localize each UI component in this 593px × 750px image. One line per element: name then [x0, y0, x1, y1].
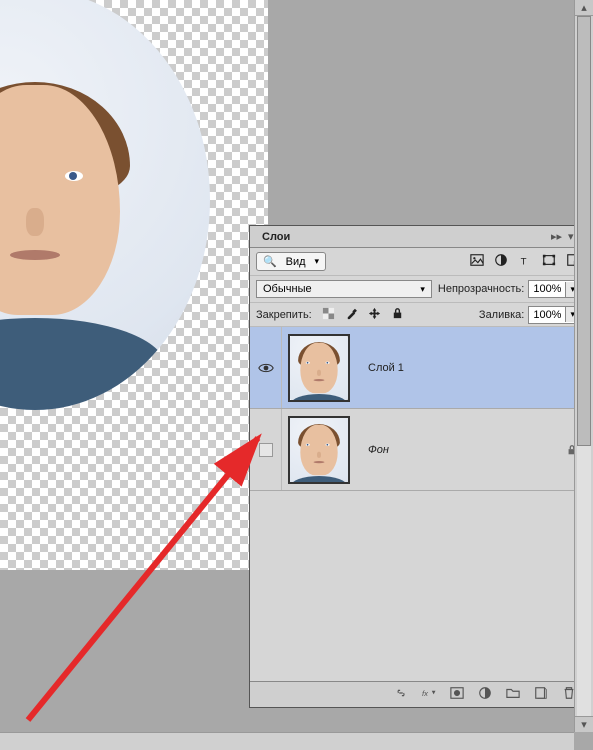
scroll-down-icon[interactable]: ▾: [575, 716, 593, 732]
lock-row: Закрепить: Заливка: 100% ▾: [250, 303, 586, 327]
filter-adjustment-icon[interactable]: [494, 253, 508, 270]
chevron-down-icon: ▾: [420, 284, 425, 295]
eye-icon: [258, 362, 274, 374]
lock-transparency-icon[interactable]: [322, 307, 335, 323]
svg-text:▾: ▾: [432, 687, 436, 696]
blend-mode-dropdown[interactable]: Обычные ▾: [256, 280, 432, 298]
visibility-toggle[interactable]: [250, 409, 282, 490]
filter-type-dropdown[interactable]: 🔍 Вид ▾: [256, 252, 326, 271]
layer-item[interactable]: Слой 1: [250, 327, 586, 409]
blend-mode-value: Обычные: [263, 283, 312, 295]
opacity-label: Непрозрачность:: [438, 283, 524, 295]
filter-shape-icon[interactable]: [542, 253, 556, 270]
blend-row: Обычные ▾ Непрозрачность: 100% ▾: [250, 276, 586, 303]
fx-icon[interactable]: fx▾: [422, 686, 436, 703]
filter-row: 🔍 Вид ▾ T: [250, 248, 586, 276]
transparency-background: [0, 0, 268, 570]
lock-move-icon[interactable]: [368, 307, 381, 323]
panel-footer: fx▾: [250, 681, 586, 707]
fill-label: Заливка:: [479, 309, 524, 321]
panel-header: Слои ▸▸ ▾≡: [250, 226, 586, 248]
visibility-toggle[interactable]: [250, 327, 282, 408]
link-layers-icon[interactable]: [394, 686, 408, 703]
filter-image-icon[interactable]: [470, 253, 484, 270]
filter-text-icon[interactable]: T: [518, 253, 532, 270]
visibility-empty-icon: [259, 443, 273, 457]
layer-name[interactable]: Слой 1: [356, 362, 558, 374]
vertical-scrollbar[interactable]: ▴ ▾: [574, 0, 593, 732]
horizontal-scrollbar[interactable]: [0, 732, 574, 750]
group-icon[interactable]: [506, 686, 520, 703]
layer-thumbnail[interactable]: [288, 416, 350, 484]
opacity-input[interactable]: 100% ▾: [528, 280, 580, 298]
lock-paint-icon[interactable]: [345, 307, 358, 323]
layers-panel: Слои ▸▸ ▾≡ 🔍 Вид ▾ T Обычные ▾ Непрозрач…: [249, 225, 587, 708]
scrollbar-thumb[interactable]: [577, 16, 591, 446]
fill-input[interactable]: 100% ▾: [528, 306, 580, 324]
collapse-icon[interactable]: ▸▸: [551, 230, 562, 243]
mask-icon[interactable]: [450, 686, 464, 703]
portrait-circle: [0, 0, 210, 410]
svg-text:T: T: [521, 256, 527, 267]
opacity-value: 100%: [529, 281, 565, 297]
new-layer-icon[interactable]: [534, 686, 548, 703]
adjustment-layer-icon[interactable]: [478, 686, 492, 703]
layer-item[interactable]: Фон: [250, 409, 586, 491]
chevron-down-icon: ▾: [314, 256, 319, 267]
filter-type-label: Вид: [286, 256, 306, 268]
svg-text:fx: fx: [422, 689, 429, 698]
scroll-up-icon[interactable]: ▴: [575, 0, 593, 16]
search-icon: 🔍: [263, 255, 277, 268]
layers-list: Слой 1 Фон: [250, 327, 586, 681]
layer-name[interactable]: Фон: [356, 444, 558, 456]
fill-value: 100%: [529, 307, 565, 323]
panel-tab-layers[interactable]: Слои: [256, 228, 296, 246]
document-canvas[interactable]: [0, 0, 268, 596]
lock-label: Закрепить:: [256, 309, 312, 321]
lock-all-icon[interactable]: [391, 307, 404, 323]
layer-thumbnail[interactable]: [288, 334, 350, 402]
